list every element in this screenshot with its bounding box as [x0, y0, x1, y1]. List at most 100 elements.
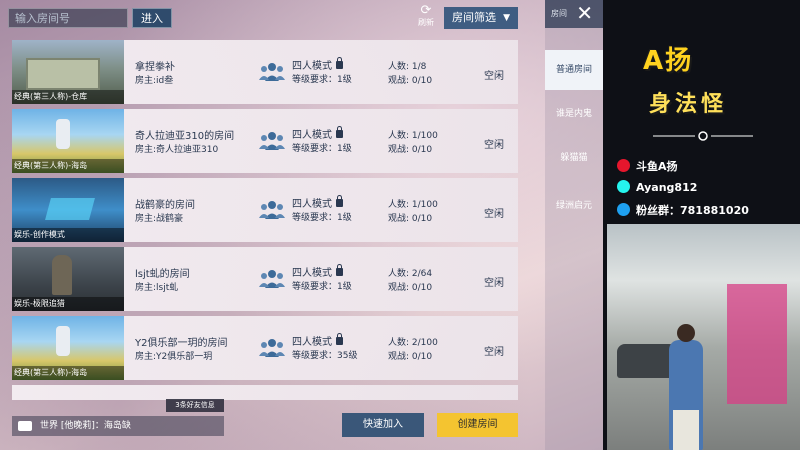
tab-room-category[interactable]: 谁是内鬼	[545, 94, 603, 134]
room-level-requirement: 等级要求：35级	[292, 351, 358, 361]
social-weibo: 斗鱼A扬	[617, 158, 678, 176]
lock-icon	[336, 126, 343, 138]
room-thumbnail: 经典(第三人称)-仓库	[12, 40, 124, 104]
room-row[interactable]: 娱乐-创作模式 战鹤豪的房间 房主:战鹤豪 四人模式等级要求：1级 人数: 1/100 观…	[12, 178, 518, 242]
room-filter-dropdown[interactable]: 房间筛选 ▼	[444, 7, 518, 29]
room-map-caption: 娱乐-极限追猎	[12, 297, 124, 311]
lock-icon	[336, 333, 343, 345]
room-thumbnail: 经典(第三人称)-海岛	[12, 316, 124, 380]
close-icon[interactable]: ✕	[576, 2, 593, 24]
tab-room-category[interactable]: 躲猫猫	[545, 138, 603, 178]
refresh-icon: ⟳	[420, 3, 432, 18]
room-thumbnail: 经典(第三人称)-海岛	[12, 109, 124, 173]
room-filter-label: 房间筛选	[452, 11, 496, 24]
lock-icon	[336, 195, 343, 207]
room-mode: 四人模式	[292, 333, 343, 348]
room-row[interactable]: 经典(第三人称)-仓库 拿捏拳补 房主:id叁 四人模式 等级要求：1级 人数: 1/8 观…	[12, 40, 518, 104]
refresh-button[interactable]: ⟳ 刷新	[414, 4, 438, 32]
lock-icon	[336, 57, 343, 69]
world-chat-bar[interactable]: 世界 [他晚莉]：海岛缺	[12, 416, 224, 436]
tab-header-label: 房间	[551, 9, 567, 18]
room-player-count: 人数: 1/8	[388, 62, 427, 72]
douyin-icon	[617, 180, 630, 193]
room-mode-text: 四人模式	[292, 61, 332, 72]
room-row-partial[interactable]	[12, 385, 518, 400]
room-category-tabs: 房间 ✕ 普通房间 谁是内鬼 躲猫猫绿洲启元	[545, 0, 603, 450]
room-spectator-count: 观战: 0/10	[388, 352, 433, 362]
room-row[interactable]: 娱乐-极限追猎 lsjt虬的房间 房主:lsjt虬 四人模式等级要求：1级 人数: 2/…	[12, 247, 518, 311]
room-owner: 房主:战鹤豪	[135, 214, 184, 224]
room-owner: 房主:Y2俱乐部一玥	[135, 352, 213, 362]
room-player-count: 人数: 2/64	[388, 269, 433, 279]
room-number-input[interactable]	[8, 8, 128, 28]
room-player-count: 人数: 1/100	[388, 131, 438, 141]
room-map-caption: 经典(第三人称)-海岛	[12, 159, 124, 173]
room-map-caption: 娱乐-创作模式	[12, 228, 124, 242]
room-mode: 四人模式	[292, 126, 343, 141]
room-thumbnail: 娱乐-极限追猎	[12, 247, 124, 311]
team-people-icon	[259, 63, 285, 81]
room-status: 空闲	[484, 71, 504, 82]
game-screen: 进入 ⟳ 刷新 房间筛选 ▼ 经典(第三人称)-仓库拿捏拳补房主:id叁四人模式…	[0, 0, 603, 450]
room-mode-text: 四人模式	[292, 337, 332, 348]
team-people-icon	[259, 132, 285, 150]
friend-message-badge[interactable]: 3条好友信息	[166, 399, 224, 412]
room-spectator-count: 观战: 0/10	[388, 76, 433, 86]
chevron-down-icon: ▼	[503, 13, 510, 23]
streamer-overlay: A扬 身法怪 斗鱼A扬 Ayang812 粉丝群：781881020	[603, 0, 800, 450]
weibo-icon	[617, 159, 630, 172]
qq-icon	[617, 203, 630, 216]
chat-text: 世界 [他晚莉]：海岛缺	[40, 421, 131, 431]
room-name: 战鹤豪的房间	[135, 200, 195, 211]
room-status: 空闲	[484, 347, 504, 358]
room-mode: 四人模式	[292, 264, 343, 279]
room-mode: 四人模式	[292, 195, 343, 210]
social-weibo-text: 斗鱼A扬	[636, 160, 678, 173]
quick-join-button[interactable]: 快速加入	[342, 413, 424, 437]
create-room-button[interactable]: 创建房间	[437, 413, 518, 437]
room-owner: 房主:奇人拉迪亚310	[135, 145, 219, 155]
tab-room-category[interactable]: 普通房间	[545, 50, 603, 90]
streamer-brand-subtitle: 身法怪	[649, 92, 728, 117]
room-spectator-count: 观战: 0/10	[388, 145, 433, 155]
room-mode-text: 四人模式	[292, 268, 332, 279]
room-mode-text: 四人模式	[292, 130, 332, 141]
room-player-count: 人数: 2/100	[388, 338, 438, 348]
webcam-feed	[607, 224, 800, 450]
lock-icon	[336, 264, 343, 276]
team-people-icon	[259, 270, 285, 288]
room-mode: 四人模式	[292, 57, 343, 72]
room-level-requirement: 等级要求：1级	[292, 282, 352, 292]
room-row[interactable]: 经典(第三人称)-海岛 奇人拉迪亚310的房间 房主:奇人拉迪亚310 四人模式 等级要…	[12, 109, 518, 173]
room-owner: 房主:lsjt虬	[135, 283, 179, 293]
team-people-icon	[259, 201, 285, 219]
social-qq: 粉丝群：781881020	[617, 202, 749, 220]
social-qq-text: 粉丝群：781881020	[636, 204, 749, 217]
webcam-background-pillar	[727, 284, 787, 404]
tab-room-category[interactable]: 绿洲启元	[545, 186, 603, 226]
social-douyin-text: Ayang812	[636, 181, 698, 194]
webcam-background-car	[617, 344, 677, 378]
room-name: Y2俱乐部一玥的房间	[135, 338, 228, 349]
room-map-caption: 经典(第三人称)-海岛	[12, 366, 124, 380]
enter-room-button[interactable]: 进入	[132, 8, 172, 28]
room-row[interactable]: 经典(第三人称)-海岛 Y2俱乐部一玥的房间 房主:Y2俱乐部一玥 四人模式等级要求：…	[12, 316, 518, 380]
room-status: 空闲	[484, 209, 504, 220]
room-list[interactable]: 经典(第三人称)-仓库 拿捏拳补 房主:id叁 四人模式 等级要求：1级 人数: 1/8 观…	[12, 40, 518, 400]
refresh-label: 刷新	[418, 18, 434, 27]
chat-icon	[18, 421, 32, 431]
room-level-requirement: 等级要求：1级	[292, 75, 352, 85]
room-player-count: 人数: 1/100	[388, 200, 438, 210]
room-map-caption: 经典(第三人称)-仓库	[12, 90, 124, 104]
room-level-requirement: 等级要求：1级	[292, 213, 352, 223]
room-status: 空闲	[484, 278, 504, 289]
social-douyin: Ayang812	[617, 180, 697, 198]
room-mode-text: 四人模式	[292, 199, 332, 210]
room-spectator-count: 观战: 0/10	[388, 214, 433, 224]
room-name: lsjt虬的房间	[135, 269, 190, 280]
room-name: 奇人拉迪亚310的房间	[135, 131, 235, 142]
tab-header: 房间 ✕	[545, 0, 603, 28]
room-owner: 房主:id叁	[135, 76, 174, 86]
room-thumbnail: 娱乐-创作模式	[12, 178, 124, 242]
top-bar: 进入 ⟳ 刷新 房间筛选 ▼	[0, 0, 545, 36]
